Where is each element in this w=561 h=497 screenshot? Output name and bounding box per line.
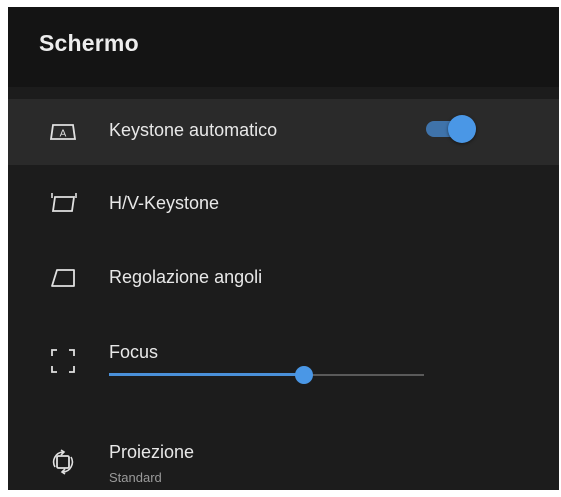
menu-item-label: Focus	[109, 342, 159, 362]
menu-item-label: Regolazione angoli	[109, 267, 263, 287]
svg-text:A: A	[60, 129, 67, 140]
menu-item-label: Keystone automatico	[109, 120, 278, 140]
header: Schermo	[8, 7, 559, 87]
rotate-screen-icon	[48, 447, 78, 477]
auto-keystone-toggle[interactable]	[426, 115, 480, 143]
page-title: Schermo	[39, 30, 139, 56]
settings-panel: Schermo A Keystone automatico H/V-Keysto…	[8, 7, 559, 490]
keystone-hv-icon	[48, 189, 78, 219]
focus-slider[interactable]	[109, 365, 424, 385]
corner-adjust-icon	[48, 262, 78, 292]
keystone-auto-icon: A	[48, 117, 78, 147]
toggle-thumb	[448, 115, 476, 143]
focus-icon	[48, 346, 78, 376]
slider-thumb[interactable]	[295, 366, 313, 384]
menu-item-label: H/V-Keystone	[109, 193, 220, 213]
menu-item-label: Proiezione	[109, 442, 195, 462]
menu-item-hv-keystone[interactable]: H/V-Keystone	[8, 175, 559, 233]
menu-item-corner-adjust[interactable]: Regolazione angoli	[8, 245, 559, 307]
slider-fill	[109, 373, 304, 376]
menu-item-value: Standard	[109, 470, 162, 485]
menu-item-auto-keystone[interactable]: A Keystone automatico	[8, 99, 559, 165]
menu-item-focus[interactable]: Focus	[8, 327, 559, 397]
menu-item-projection[interactable]: Proiezione Standard	[8, 429, 559, 490]
